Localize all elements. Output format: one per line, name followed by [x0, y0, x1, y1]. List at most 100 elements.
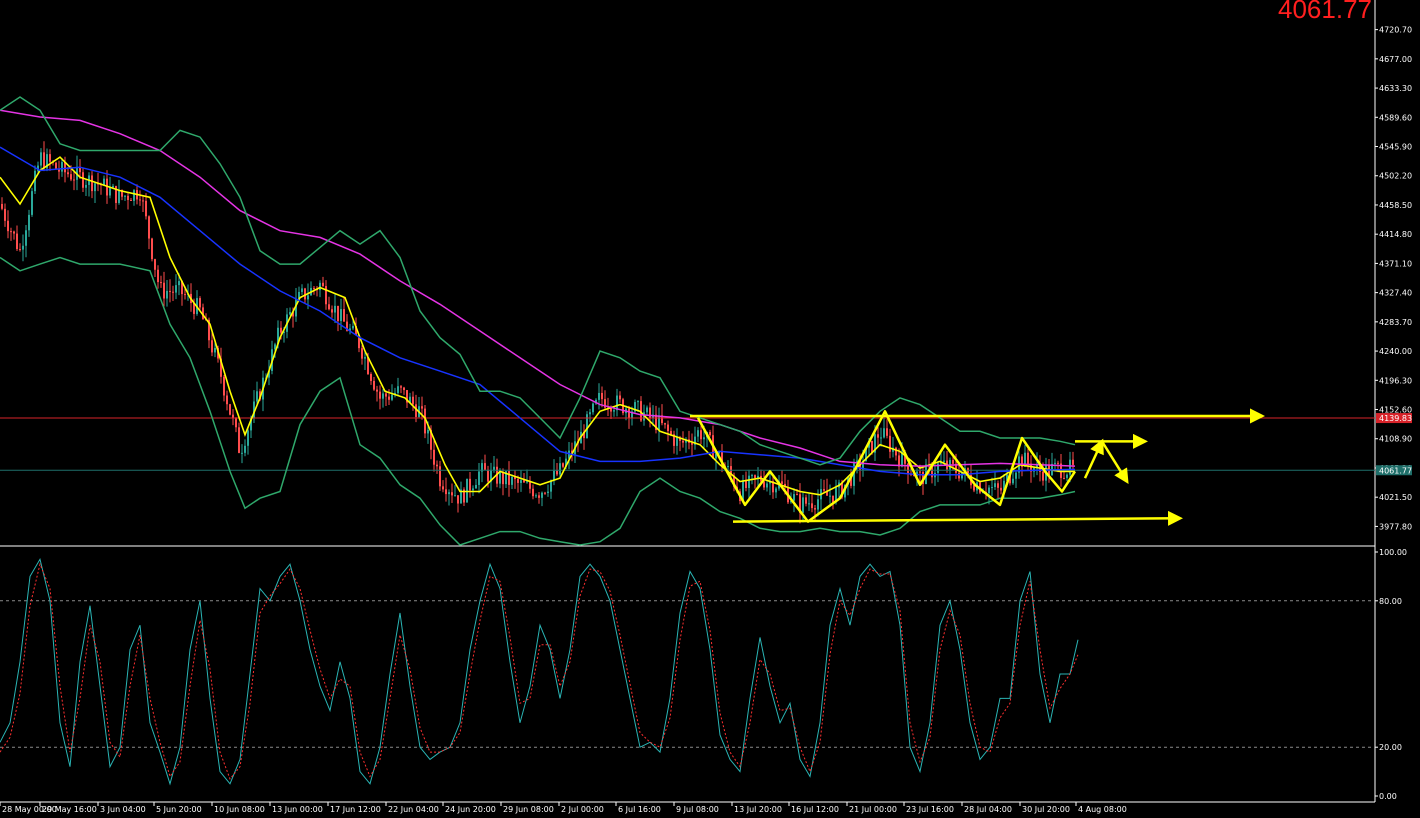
candle-body: [385, 393, 387, 397]
candle-body: [211, 340, 213, 353]
candle-body: [589, 412, 591, 415]
candle-body: [445, 489, 447, 495]
candle-body: [1015, 472, 1017, 479]
candle-body: [895, 447, 897, 456]
price-tick-label: 4502.20: [1379, 172, 1412, 181]
candle-body: [214, 347, 216, 353]
candle-body: [322, 282, 324, 286]
candle-body: [511, 476, 513, 485]
candle-body: [382, 393, 384, 399]
candle-body: [508, 471, 510, 485]
price-tick-label: 4021.50: [1379, 493, 1412, 502]
candle-body: [646, 407, 648, 413]
candle-body: [520, 480, 522, 483]
candle-body: [412, 396, 414, 405]
candle-body: [112, 185, 114, 188]
candle-body: [493, 466, 495, 470]
time-tick-label: 29 May 16:00: [42, 805, 97, 814]
time-tick-label: 30 Jul 20:00: [1022, 805, 1070, 814]
candle-body: [301, 288, 303, 292]
candle-body: [343, 309, 345, 322]
candle-body: [1066, 474, 1068, 478]
candle-body: [628, 408, 630, 418]
candle-body: [124, 195, 126, 197]
candle-body: [175, 285, 177, 293]
time-tick-label: 16 Jul 12:00: [791, 805, 839, 814]
candle-body: [238, 427, 240, 453]
candle-body: [592, 403, 594, 413]
candle-body: [4, 208, 6, 221]
candle-body: [19, 249, 21, 251]
time-tick-label: 9 Jul 08:00: [676, 805, 719, 814]
candle-body: [1, 203, 3, 209]
candle-body: [658, 415, 660, 431]
time-tick-label: 2 Jul 00:00: [561, 805, 604, 814]
candle-body: [556, 470, 558, 475]
candle-body: [886, 428, 888, 436]
candle-body: [538, 495, 540, 498]
time-tick-label: 4 Aug 08:00: [1078, 805, 1127, 814]
candle-body: [82, 172, 84, 188]
candle-body: [691, 442, 693, 445]
candle-body: [166, 290, 168, 299]
candle-body: [598, 392, 600, 400]
candle-body: [553, 470, 555, 481]
candle-body: [235, 418, 237, 428]
candle-body: [31, 191, 33, 215]
candle-body: [118, 189, 120, 203]
candle-body: [67, 172, 69, 175]
candle-body: [127, 195, 129, 201]
price-tick-label: 4545.90: [1379, 143, 1412, 152]
time-tick-label: 21 Jul 00:00: [849, 805, 897, 814]
candle-body: [331, 309, 333, 313]
candle-body: [829, 495, 831, 497]
stoch-tick-label: 20.00: [1379, 743, 1402, 752]
candle-body: [1054, 462, 1056, 464]
price-line-tag-label: 4139.83: [1379, 414, 1412, 423]
time-tick-label: 3 Jun 04:00: [100, 805, 146, 814]
chart-background: [0, 0, 1420, 818]
candle-body: [997, 483, 999, 488]
time-tick-label: 6 Jul 16:00: [618, 805, 661, 814]
candle-body: [451, 492, 453, 496]
candle-body: [388, 396, 390, 400]
candle-body: [883, 428, 885, 438]
candle-body: [178, 281, 180, 286]
candle-body: [421, 406, 423, 409]
candle-body: [781, 481, 783, 484]
candle-body: [373, 380, 375, 390]
candle-body: [400, 386, 402, 388]
candle-body: [289, 312, 291, 315]
candle-body: [43, 152, 45, 169]
candle-body: [466, 478, 468, 503]
current-price-label: 4061.77: [1278, 0, 1372, 24]
candle-body: [73, 179, 75, 181]
candle-body: [352, 326, 354, 329]
stoch-tick-label: 100.00: [1379, 548, 1407, 557]
price-tick-label: 4720.70: [1379, 26, 1412, 35]
candle-body: [163, 282, 165, 299]
candle-body: [526, 481, 528, 483]
candle-body: [151, 238, 153, 260]
candle-body: [748, 475, 750, 488]
candle-body: [988, 487, 990, 494]
candle-body: [244, 445, 246, 453]
candle-body: [145, 200, 147, 217]
candle-body: [775, 488, 777, 493]
candle-body: [817, 499, 819, 510]
candle-body: [601, 392, 603, 400]
time-tick-label: 13 Jun 00:00: [272, 805, 323, 814]
candle-body: [802, 497, 804, 513]
candle-body: [439, 466, 441, 487]
time-tick-label: 5 Jun 20:00: [156, 805, 202, 814]
stoch-tick-label: 0.00: [1379, 792, 1397, 801]
candle-body: [184, 294, 186, 296]
time-tick-label: 10 Jun 08:00: [214, 805, 265, 814]
candle-body: [541, 492, 543, 498]
candle-body: [328, 304, 330, 310]
candle-body: [442, 486, 444, 490]
candle-body: [376, 389, 378, 392]
candle-body: [25, 230, 27, 246]
candle-body: [454, 495, 456, 497]
candle-body: [703, 437, 705, 440]
